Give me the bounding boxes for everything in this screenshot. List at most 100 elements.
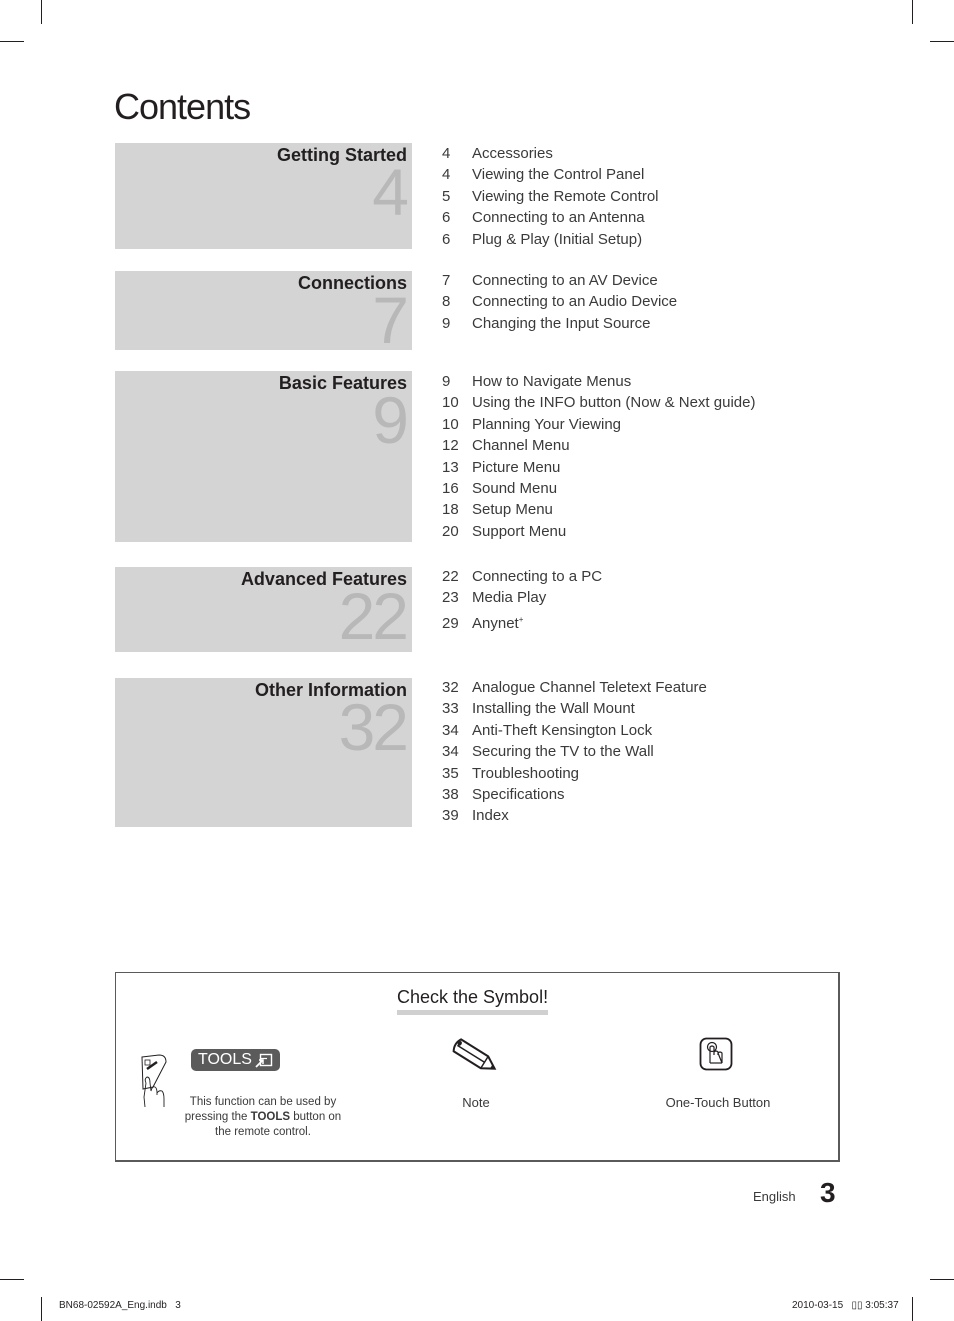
toc-entry-page: 29 [442, 614, 459, 632]
toc-entry-label: Analogue Channel Teletext Feature [472, 679, 707, 696]
tools-badge-label: TOOLS [198, 1051, 252, 1068]
crop-mark [912, 1297, 913, 1321]
chapter-block-getting-started[interactable]: Getting Started 4 [115, 143, 412, 249]
toc-entry[interactable]: 23 Media Play [442, 587, 602, 608]
toc-entry[interactable]: 8 Connecting to an Audio Device [442, 291, 677, 312]
toc-entry-label: Connecting to an AV Device [472, 272, 658, 289]
toc-entry[interactable]: 20 Support Menu [442, 521, 755, 542]
toc-entry[interactable]: 16 Sound Menu [442, 478, 755, 499]
print-slug-file: BN68-02592A_Eng.indb 3 [59, 1300, 181, 1311]
toc-entry[interactable]: 6 Connecting to an Antenna [442, 207, 659, 228]
toc-entry-label: Anynet [472, 614, 519, 632]
toc-entry-page: 5 [442, 187, 451, 205]
toc-entry-label: Changing the Input Source [472, 314, 651, 332]
toc-entry[interactable]: 6 Plug & Play (Initial Setup) [442, 229, 659, 250]
toc-entry[interactable]: 34 Anti-Theft Kensington Lock [442, 720, 707, 741]
toc-entry-label: Viewing the Control Panel [472, 166, 645, 184]
one-touch-label: One-Touch Button [665, 1095, 771, 1110]
toc-list-connections: 7 Connecting to an AV Device 8 Connecting t… [442, 270, 677, 334]
toc-entry[interactable]: 33 Installing the Wall Mount [442, 698, 707, 719]
crop-mark [41, 1297, 42, 1321]
toc-entry-page: 9 [442, 314, 451, 332]
toc-entry[interactable]: 29 Anynet+ [442, 609, 602, 632]
toc-entry[interactable]: 34 Securing the TV to the Wall [442, 741, 707, 762]
toc-entry[interactable]: 4 Viewing the Control Panel [442, 164, 659, 185]
toc-entry-page: 20 [442, 522, 459, 540]
toc-entry[interactable]: 39 Index [442, 805, 707, 826]
crop-mark [0, 1279, 24, 1280]
toc-entry-page: 13 [442, 458, 459, 476]
toc-entry-label: Securing the TV to the Wall [472, 743, 654, 761]
tools-desc-bold: TOOLS [250, 1111, 291, 1123]
toc-entry-label: Accessories [472, 145, 553, 162]
tools-arrow-icon [255, 1053, 273, 1075]
chapter-number: 9 [372, 383, 409, 457]
remote-tools-hand-icon [139, 1053, 171, 1114]
toc-entry[interactable]: 22 Connecting to a PC [442, 566, 602, 587]
toc-entry[interactable]: 18 Setup Menu [442, 499, 755, 520]
toc-entry-label: Media Play [472, 589, 547, 607]
toc-entry[interactable]: 10 Planning Your Viewing [442, 414, 755, 435]
toc-entry-label: Connecting to an Antenna [472, 209, 645, 227]
toc-entry-page: 16 [442, 479, 459, 497]
footer-language: English [753, 1189, 796, 1204]
toc-list-other-information: 32 Analogue Channel Teletext Feature 33 Ins… [442, 677, 707, 827]
toc-entry-page: 9 [442, 373, 451, 390]
chapter-block-basic-features[interactable]: Basic Features 9 [115, 371, 412, 542]
toc-entry-label: Setup Menu [472, 501, 553, 519]
toc-entry-page: 12 [442, 437, 459, 455]
toc-entry[interactable]: 12 Channel Menu [442, 435, 755, 456]
toc-list-advanced-features: 22 Connecting to a PC 23 Media Play 29 Anynet… [442, 566, 602, 632]
toc-entry-page: 6 [442, 230, 451, 248]
toc-entry[interactable]: 35 Troubleshooting [442, 763, 707, 784]
toc-entry-superscript: + [518, 614, 524, 624]
toc-entry-label: Planning Your Viewing [472, 415, 622, 433]
toc-entry-label: Connecting to an Audio Device [472, 293, 678, 311]
toc-entry-page: 10 [442, 394, 459, 412]
tools-description: This function can be used by pressing th… [176, 1095, 350, 1140]
crop-mark [912, 0, 913, 24]
toc-entry-page: 23 [442, 589, 459, 607]
print-slug-timestamp: 2010-03-15 ▯▯ 3:05:37 [792, 1300, 899, 1311]
toc-entry-page: 39 [442, 807, 459, 825]
toc-entry[interactable]: 9 Changing the Input Source [442, 313, 677, 334]
toc-entry-label: Sound Menu [472, 479, 558, 497]
toc-entry[interactable]: 10 Using the INFO button (Now & Next guid… [442, 392, 755, 413]
toc-entry-page: 4 [442, 145, 451, 162]
toc-entry-label: Anti-Theft Kensington Lock [472, 721, 653, 739]
chapter-block-connections[interactable]: Connections 7 [115, 271, 412, 353]
toc-entry-label: Support Menu [472, 522, 567, 540]
chapter-number: 22 [338, 579, 409, 653]
symbol-legend-box: Check the Symbol! TOOLS This function ca… [115, 972, 840, 1162]
toc-entry-label: Channel Menu [472, 437, 570, 455]
toc-list-getting-started: 4 Accessories 4 Viewing the Control Panel 5 V… [442, 143, 659, 250]
toc-entry-page: 18 [442, 501, 459, 519]
toc-entry-page: 7 [442, 272, 451, 289]
pencil-icon [450, 1037, 502, 1082]
toc-entry-page: 34 [442, 721, 459, 739]
chapter-number: 4 [372, 155, 409, 229]
toc-entry[interactable]: 7 Connecting to an AV Device [442, 270, 677, 291]
chapter-number: 32 [338, 690, 409, 764]
toc-entry-label: Using the INFO button (Now & Next guide) [472, 394, 756, 412]
toc-entry[interactable]: 38 Specifications [442, 784, 707, 805]
toc-entry-label: Installing the Wall Mount [472, 700, 635, 718]
chapter-block-advanced-features[interactable]: Advanced Features 22 [115, 567, 412, 652]
crop-mark [930, 41, 954, 42]
toc-entry[interactable]: 9 How to Navigate Menus [442, 371, 755, 392]
toc-entry[interactable]: 4 Accessories [442, 143, 659, 164]
chapter-block-other-information[interactable]: Other Information 32 [115, 678, 412, 827]
toc-entry[interactable]: 13 Picture Menu [442, 457, 755, 478]
toc-entry-page: 8 [442, 293, 451, 311]
toc-entry-page: 34 [442, 743, 459, 761]
tools-badge: TOOLS [191, 1049, 280, 1071]
toc-entry-page: 33 [442, 700, 459, 718]
toc-entry-label: How to Navigate Menus [472, 373, 632, 390]
crop-mark [0, 41, 24, 42]
toc-entry[interactable]: 32 Analogue Channel Teletext Feature [442, 677, 707, 698]
toc-entry-label: Viewing the Remote Control [472, 187, 659, 205]
toc-entry[interactable]: 5 Viewing the Remote Control [442, 186, 659, 207]
toc-entry-label: Specifications [472, 785, 565, 803]
page-title: Contents [114, 86, 251, 127]
toc-entry-label: Troubleshooting [472, 764, 580, 782]
